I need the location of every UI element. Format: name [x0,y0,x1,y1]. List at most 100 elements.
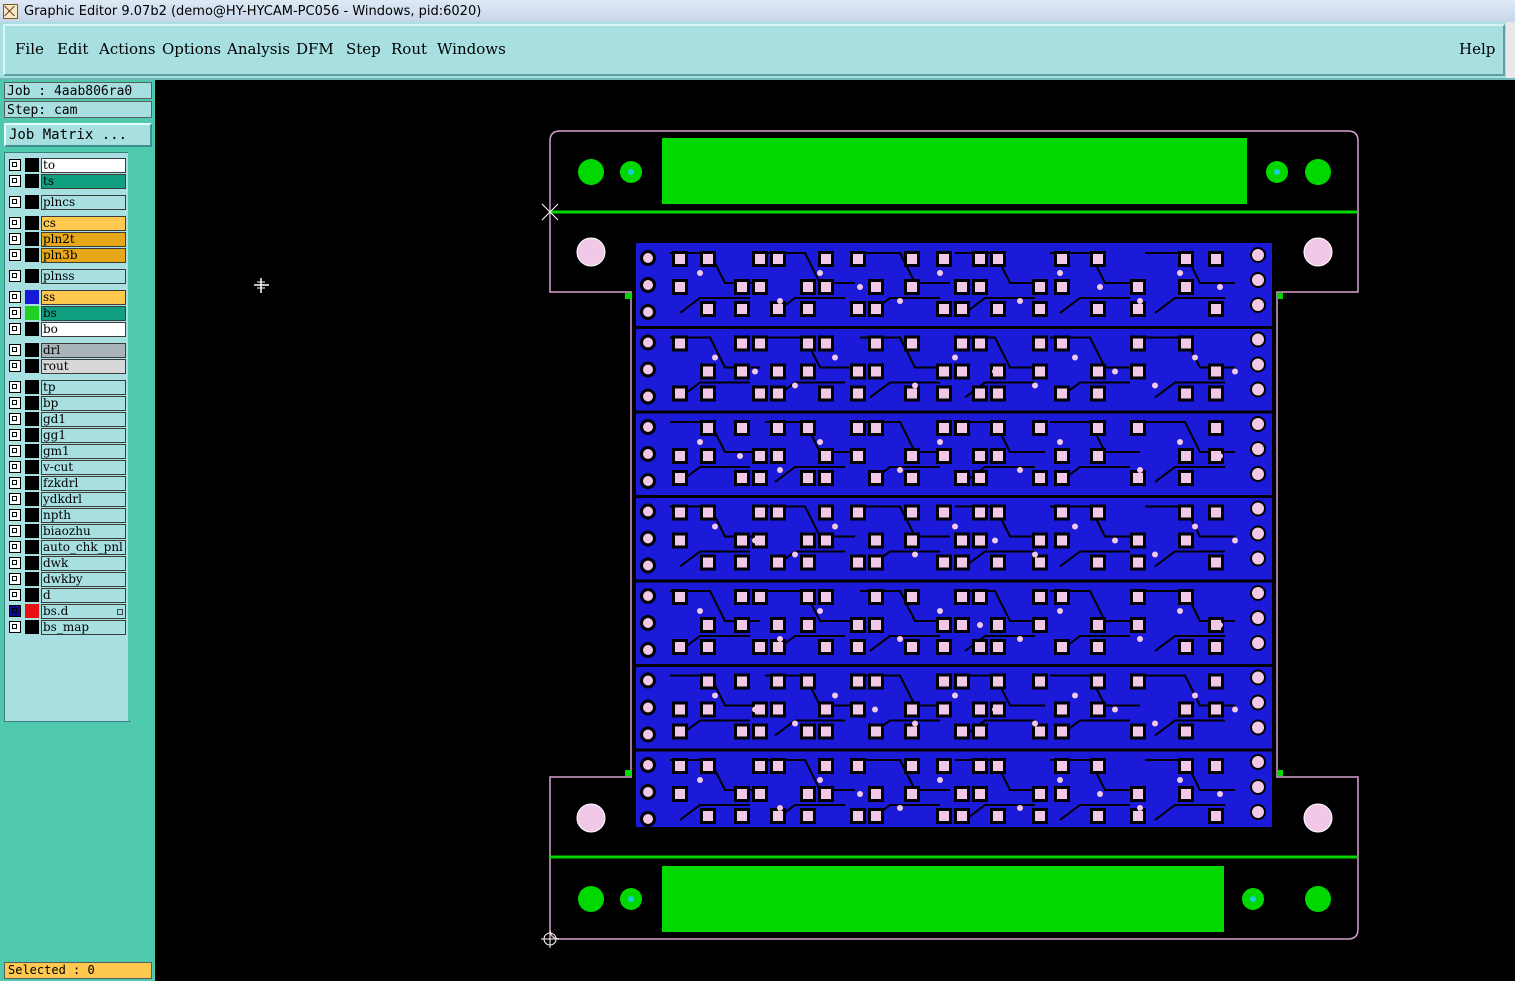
layer-row-bs_map[interactable]: bs_map [7,620,127,635]
layer-checkbox[interactable] [9,573,21,585]
layer-row-gd1[interactable]: gd1 [7,412,127,427]
layer-row-pln3b[interactable]: pln3b [7,248,127,263]
layer-name[interactable]: fzkdrl [41,476,126,491]
layer-color-swatch[interactable] [25,428,39,442]
layer-name[interactable]: bs_map [41,620,126,635]
layer-color-swatch[interactable] [25,380,39,394]
layer-row-bs[interactable]: bs [7,306,127,321]
layer-row-gm1[interactable]: gm1 [7,444,127,459]
menu-edit[interactable]: Edit [57,40,88,58]
layer-color-swatch[interactable] [25,412,39,426]
layer-color-swatch[interactable] [25,158,39,172]
layer-color-swatch[interactable] [25,476,39,490]
layer-checkbox[interactable] [9,525,21,537]
layer-color-swatch[interactable] [25,540,39,554]
layer-name[interactable]: dwkby [41,572,126,587]
layer-checkbox[interactable] [9,413,21,425]
layer-name[interactable]: drl [41,343,126,358]
layer-row-gg1[interactable]: gg1 [7,428,127,443]
layer-checkbox[interactable] [9,249,21,261]
layer-name[interactable]: npth [41,508,126,523]
layer-name[interactable]: bs.d [41,604,126,619]
layer-row-ydkdrl[interactable]: ydkdrl [7,492,127,507]
layer-name[interactable]: ts [41,174,126,189]
layer-row-ts[interactable]: ts [7,174,127,189]
layer-checkbox[interactable] [9,589,21,601]
layer-color-swatch[interactable] [25,359,39,373]
layer-row-to[interactable]: to [7,158,127,173]
layer-color-swatch[interactable] [25,232,39,246]
layer-checkbox[interactable] [9,445,21,457]
layer-checkbox[interactable] [9,397,21,409]
graphics-canvas[interactable] [157,80,1515,981]
menu-help[interactable]: Help [1459,40,1495,58]
layer-checkbox[interactable] [9,196,21,208]
layer-checkbox[interactable] [9,360,21,372]
layer-color-swatch[interactable] [25,174,39,188]
layer-checkbox[interactable] [9,217,21,229]
layer-color-swatch[interactable] [25,290,39,304]
layer-name[interactable]: cs [41,216,126,231]
layer-row-v-cut[interactable]: v-cut [7,460,127,475]
layer-row-bs.d[interactable]: bs.d [7,604,127,619]
menu-rout[interactable]: Rout [391,40,427,58]
layer-row-npth[interactable]: npth [7,508,127,523]
layer-row-auto_chk_pnl[interactable]: auto_chk_pnl [7,540,127,555]
layer-row-dwk[interactable]: dwk [7,556,127,571]
layer-row-d[interactable]: d [7,588,127,603]
layer-name[interactable]: auto_chk_pnl [41,540,126,555]
layer-row-pln2t[interactable]: pln2t [7,232,127,247]
layer-name[interactable]: gd1 [41,412,126,427]
layer-color-swatch[interactable] [25,508,39,522]
layer-row-bo[interactable]: bo [7,322,127,337]
layer-row-drl[interactable]: drl [7,343,127,358]
layer-name[interactable]: gm1 [41,444,126,459]
layer-color-swatch[interactable] [25,524,39,538]
menu-options[interactable]: Options [162,40,221,58]
layer-checkbox[interactable] [9,307,21,319]
layer-name[interactable]: pln2t [41,232,126,247]
layer-checkbox[interactable] [9,344,21,356]
menu-windows[interactable]: Windows [437,40,506,58]
layer-name[interactable]: plnss [41,269,126,284]
layer-name[interactable]: pln3b [41,248,126,263]
layer-name[interactable]: plncs [41,195,126,210]
layer-name[interactable]: ss [41,290,126,305]
layer-checkbox[interactable] [9,291,21,303]
layer-color-swatch[interactable] [25,572,39,586]
layer-name[interactable]: bs [41,306,126,321]
layer-checkbox[interactable] [9,175,21,187]
layer-row-cs[interactable]: cs [7,216,127,231]
menu-file[interactable]: File [15,40,44,58]
layer-name[interactable]: bp [41,396,126,411]
layer-color-swatch[interactable] [25,322,39,336]
layer-row-fzkdrl[interactable]: fzkdrl [7,476,127,491]
layer-name[interactable]: bo [41,322,126,337]
layer-name[interactable]: tp [41,380,126,395]
layer-checkbox[interactable] [9,493,21,505]
layer-color-swatch[interactable] [25,306,39,320]
layer-checkbox[interactable] [9,509,21,521]
menu-analysis[interactable]: Analysis [227,40,290,58]
layer-checkbox[interactable] [9,323,21,335]
layer-list-scroll-area[interactable] [128,152,152,720]
layer-name[interactable]: dwk [41,556,126,571]
layer-name[interactable]: biaozhu [41,524,126,539]
layer-checkbox[interactable] [9,461,21,473]
layer-checkbox[interactable] [9,381,21,393]
layer-checkbox[interactable] [9,270,21,282]
layer-checkbox[interactable] [9,477,21,489]
layer-row-ss[interactable]: ss [7,290,127,305]
layer-color-swatch[interactable] [25,588,39,602]
layer-checkbox[interactable] [9,159,21,171]
layer-color-swatch[interactable] [25,556,39,570]
layer-name[interactable]: ydkdrl [41,492,126,507]
layer-name[interactable]: to [41,158,126,173]
layer-row-rout[interactable]: rout [7,359,127,374]
layer-row-plnss[interactable]: plnss [7,269,127,284]
layer-checkbox[interactable] [9,621,21,633]
layer-checkbox[interactable] [9,429,21,441]
layer-color-swatch[interactable] [25,216,39,230]
layer-row-tp[interactable]: tp [7,380,127,395]
layer-color-swatch[interactable] [25,492,39,506]
